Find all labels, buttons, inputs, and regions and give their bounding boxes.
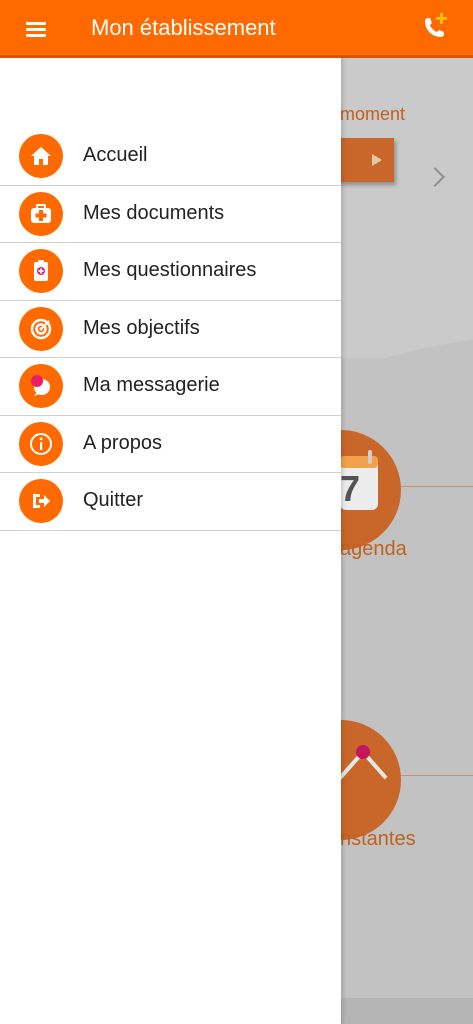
page-title: Mon établissement — [91, 15, 276, 40]
divider-line — [400, 775, 473, 776]
home-icon — [19, 134, 63, 178]
menu-item-documents[interactable]: Mes documents — [0, 186, 341, 243]
menu-item-label: A propos — [83, 431, 162, 454]
menu-item-questionnaires[interactable]: Mes questionnaires — [0, 243, 341, 301]
app-bar: Mon établissement — [0, 0, 473, 58]
divider-line — [400, 486, 473, 487]
calendar-icon: 7 — [340, 450, 380, 514]
menu-item-label: Mes objectifs — [83, 316, 200, 339]
target-icon — [19, 306, 63, 351]
hamburger-menu-icon[interactable] — [26, 22, 46, 37]
menu-item-label: Quitter — [83, 489, 144, 511]
menu-item-messagerie[interactable]: Ma messagerie — [0, 358, 341, 416]
medical-case-icon — [19, 191, 63, 236]
phone-plus-icon[interactable] — [419, 12, 451, 44]
menu-item-objectifs[interactable]: Mes objectifs — [0, 301, 341, 358]
exit-icon — [19, 479, 63, 523]
drawer-menu: Accueil Mes documents Mes questionnaires… — [0, 128, 341, 531]
menu-item-label: Mes documents — [83, 201, 225, 224]
menu-item-apropos[interactable]: A propos — [0, 416, 341, 473]
constantes-label: nstantes — [340, 828, 416, 850]
menu-item-label: Accueil — [83, 144, 148, 166]
info-icon — [19, 421, 63, 466]
menu-item-label: Mes questionnaires — [83, 259, 257, 281]
background-footer — [340, 998, 473, 1024]
chat-bubble-icon — [19, 364, 63, 408]
navigation-drawer: Accueil Mes documents Mes questionnaires… — [0, 58, 341, 1024]
clipboard-icon — [19, 249, 63, 293]
moment-text: moment — [340, 104, 406, 124]
menu-item-quitter[interactable]: Quitter — [0, 473, 341, 531]
calendar-day: 7 — [340, 468, 361, 509]
agenda-label: agenda — [340, 538, 407, 560]
menu-item-accueil[interactable]: Accueil — [0, 128, 341, 186]
menu-item-label: Ma messagerie — [83, 374, 220, 396]
